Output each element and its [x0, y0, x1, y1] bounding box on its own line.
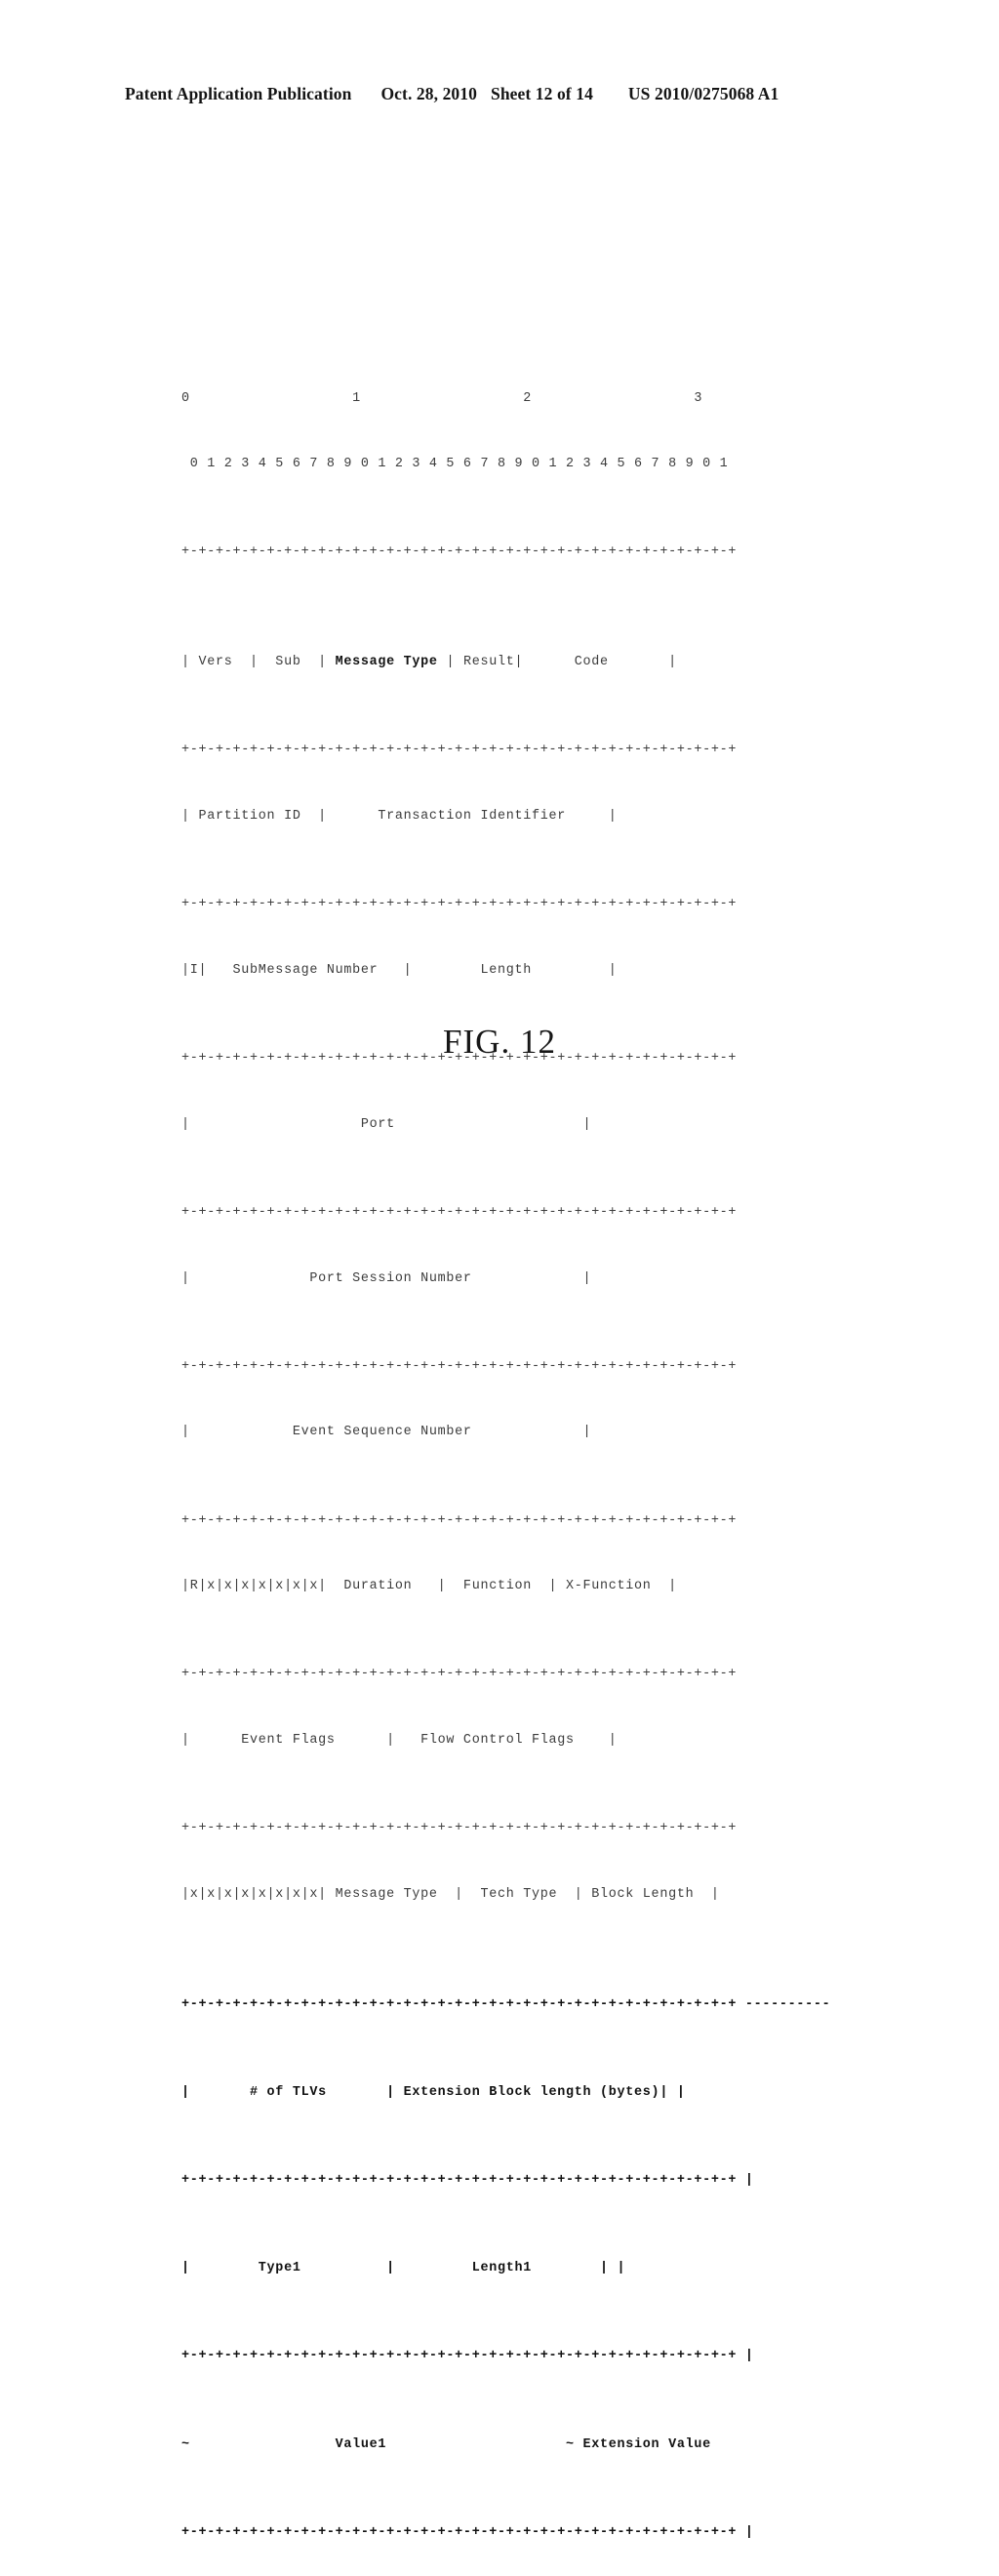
separator-line: +-+-+-+-+-+-+-+-+-+-+-+-+-+-+-+-+-+-+-+-…	[181, 1204, 738, 1220]
bit-scale-line: 0 1 2 3	[181, 390, 703, 406]
separator-line: +-+-+-+-+-+-+-+-+-+-+-+-+-+-+-+-+-+-+-+-…	[181, 2172, 738, 2188]
row-vers-sub-msgtype-result-code: | Vers | Sub | Message Type | Result| Co…	[181, 652, 830, 674]
extension-bracket-dashes-top: ----------	[737, 1996, 831, 2012]
separator-line: +-+-+-+-+-+-+-+-+-+-+-+-+-+-+-+-+-+-+-+-…	[181, 1667, 738, 1682]
separator-line-ext: +-+-+-+-+-+-+-+-+-+-+-+-+-+-+-+-+-+-+-+-…	[181, 2170, 830, 2193]
extension-block-top-separator: +-+-+-+-+-+-+-+-+-+-+-+-+-+-+-+-+-+-+-+-…	[181, 1994, 830, 2017]
separator-line: +-+-+-+-+-+-+-+-+-+-+-+-+-+-+-+-+-+-+-+-…	[181, 2524, 738, 2540]
row-event-sequence-number: | Event Sequence Number |	[181, 1425, 592, 1440]
header-publication-date: Oct. 28, 2010	[380, 84, 477, 103]
bit-ruler-line: 0 1 2 3 4 5 6 7 8 9 0 1 2 3 4 5 6 7 8 9 …	[181, 457, 729, 472]
header-publication-title: Patent Application Publication	[125, 84, 352, 103]
separator-line-ext: +-+-+-+-+-+-+-+-+-+-+-+-+-+-+-+-+-+-+-+-…	[181, 2346, 830, 2368]
separator-line: +-+-+-+-+-+-+-+-+-+-+-+-+-+-+-+-+-+-+-+-…	[181, 544, 738, 560]
field-message-type-bold: Message Type	[335, 655, 438, 670]
separator-line: +-+-+-+-+-+-+-+-+-+-+-+-+-+-+-+-+-+-+-+-…	[181, 1512, 738, 1528]
separator-line: +-+-+-+-+-+-+-+-+-+-+-+-+-+-+-+-+-+-+-+-…	[181, 1358, 738, 1374]
header-sheet-number: Sheet 12 of 14	[490, 84, 593, 103]
row1-post: | Result| Code |	[437, 655, 677, 670]
separator-line: +-+-+-+-+-+-+-+-+-+-+-+-+-+-+-+-+-+-+-+-…	[181, 2349, 738, 2364]
row-value1: ~ Value1 ~ Extension Value	[181, 2436, 711, 2452]
row-num-tlvs-extension-block-length: | # of TLVs | Extension Block length (by…	[181, 2084, 686, 2100]
separator-line-ext: +-+-+-+-+-+-+-+-+-+-+-+-+-+-+-+-+-+-+-+-…	[181, 2522, 830, 2545]
row-port-session-number: | Port Session Number |	[181, 1270, 592, 1286]
row-event-flags-flow-control-flags: | Event Flags | Flow Control Flags |	[181, 1733, 618, 1748]
packet-header-diagram: 0 1 2 3 0 1 2 3 4 5 6 7 8 9 0 1 2 3 4 5 …	[181, 322, 830, 2576]
row1-pre: | Vers | Sub |	[181, 655, 336, 670]
figure-caption: FIG. 12	[443, 1023, 556, 1061]
row-type1-length1: | Type1 | Length1 | |	[181, 2261, 626, 2276]
row-message-type-tech-type-block-length: |x|x|x|x|x|x|x|x| Message Type | Tech Ty…	[181, 1886, 720, 1902]
header-patent-number: US 2010/0275068 A1	[627, 84, 779, 103]
page-header: Patent Application Publication Oct. 28, …	[125, 84, 874, 104]
separator-line: +-+-+-+-+-+-+-+-+-+-+-+-+-+-+-+-+-+-+-+-…	[181, 1996, 738, 2012]
row-partition-transaction: | Partition ID | Transaction Identifier …	[181, 809, 618, 825]
separator-line: +-+-+-+-+-+-+-+-+-+-+-+-+-+-+-+-+-+-+-+-…	[181, 897, 738, 912]
separator-line: +-+-+-+-+-+-+-+-+-+-+-+-+-+-+-+-+-+-+-+-…	[181, 743, 738, 758]
separator-line: +-+-+-+-+-+-+-+-+-+-+-+-+-+-+-+-+-+-+-+-…	[181, 1821, 738, 1836]
row-submessage-length: |I| SubMessage Number | Length |	[181, 962, 618, 978]
row-duration-function-xfunction: |R|x|x|x|x|x|x|x| Duration | Function | …	[181, 1579, 677, 1594]
extension-bracket-bar: |	[737, 2349, 754, 2364]
row-port: | Port |	[181, 1116, 592, 1132]
extension-bracket-bar: |	[737, 2172, 754, 2188]
extension-bracket-bar: |	[737, 2524, 754, 2540]
